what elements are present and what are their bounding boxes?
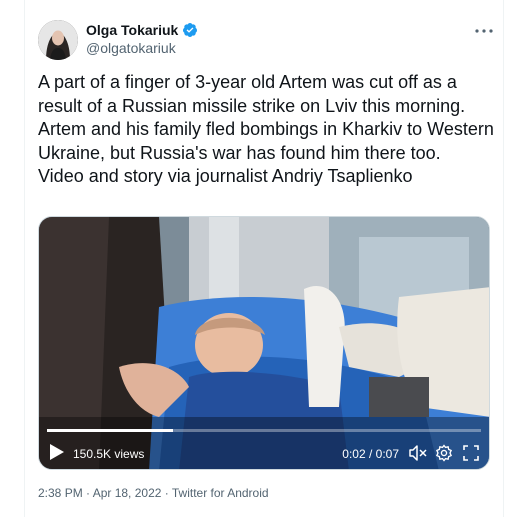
play-icon[interactable] — [49, 443, 65, 461]
author-handle[interactable]: @olgatokariuk — [86, 40, 176, 56]
video-view-count: 150.5K views — [73, 447, 145, 461]
video-time: 0:02 / 0:07 — [342, 447, 399, 461]
fullscreen-icon[interactable] — [463, 445, 479, 461]
video-player[interactable]: 150.5K views 0:02 / 0:07 — [38, 216, 490, 470]
mute-icon[interactable] — [409, 445, 427, 461]
verified-badge-icon — [183, 23, 198, 37]
author-name-row[interactable]: Olga Tokariuk — [86, 22, 198, 38]
tweet-timestamp[interactable]: 2:38 PM · Apr 18, 2022 · Twitter for And… — [38, 486, 269, 500]
more-icon[interactable] — [474, 22, 494, 40]
video-frame — [39, 217, 489, 469]
tweet-text: A part of a finger of 3-year old Artem w… — [38, 72, 494, 186]
avatar[interactable] — [38, 20, 78, 60]
author-name[interactable]: Olga Tokariuk — [86, 22, 178, 38]
video-progress-fill — [47, 429, 173, 432]
gear-icon[interactable] — [435, 444, 453, 462]
video-progress-bar[interactable] — [47, 429, 481, 432]
